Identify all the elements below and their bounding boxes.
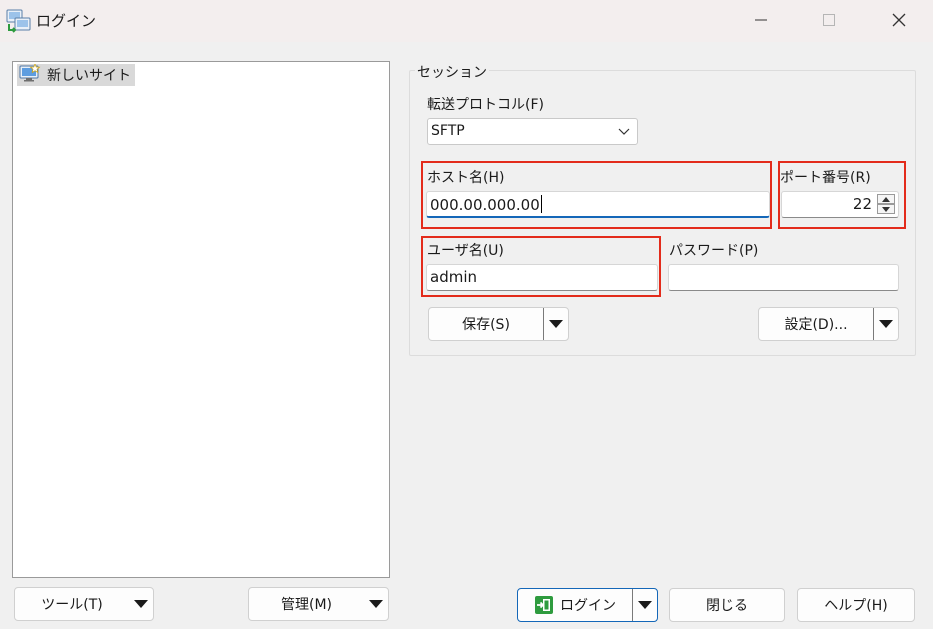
manage-button[interactable]: 管理(M): [248, 587, 389, 621]
caret-down-icon: [638, 601, 652, 609]
minimize-icon: [755, 19, 767, 21]
password-label: パスワード(P): [669, 243, 759, 259]
protocol-label: 転送プロトコル(F): [427, 97, 544, 113]
caret-down-icon: [369, 600, 383, 608]
user-label: ユーザ名(U): [427, 243, 504, 259]
login-dropdown-button[interactable]: [633, 589, 657, 621]
manage-button-label: 管理(M): [280, 597, 332, 613]
caret-down-icon: [882, 206, 890, 212]
maximize-button[interactable]: [806, 0, 852, 40]
host-input[interactable]: 000.00.000.00: [426, 191, 770, 218]
caret-down-icon: [549, 320, 563, 328]
site-item-label: 新しいサイト: [47, 68, 131, 84]
caret-up-icon: [882, 196, 890, 202]
tools-dropdown-button[interactable]: [129, 588, 153, 620]
new-site-computer-icon: [19, 63, 41, 86]
host-value: 000.00.000.00: [430, 195, 542, 214]
session-group-label: セッション: [415, 62, 489, 82]
caret-down-icon: [134, 600, 148, 608]
login-button-label: ログイン: [560, 598, 616, 614]
port-increment-button[interactable]: [877, 194, 895, 204]
login-button[interactable]: ログイン: [517, 588, 658, 622]
close-button[interactable]: 閉じる: [669, 588, 785, 622]
close-icon: [892, 13, 906, 27]
save-button-label: 保存(S): [462, 317, 510, 333]
user-input[interactable]: admin: [426, 264, 658, 291]
manage-dropdown-button[interactable]: [364, 588, 388, 620]
user-value: admin: [430, 268, 477, 286]
tools-button[interactable]: ツール(T): [14, 587, 154, 621]
maximize-icon: [823, 14, 835, 26]
site-item-new-site[interactable]: 新しいサイト: [17, 63, 135, 86]
save-dropdown-button[interactable]: [544, 308, 568, 340]
port-decrement-button[interactable]: [877, 204, 895, 214]
chevron-down-icon: [617, 124, 631, 142]
advanced-button[interactable]: 設定(D)...: [758, 307, 899, 341]
save-button[interactable]: 保存(S): [428, 307, 569, 341]
advanced-button-label: 設定(D)...: [784, 317, 848, 333]
tools-button-label: ツール(T): [41, 597, 103, 613]
password-input[interactable]: [668, 264, 899, 291]
host-label: ホスト名(H): [427, 170, 505, 186]
title-bar: [0, 0, 933, 42]
protocol-value: SFTP: [431, 123, 465, 139]
login-button-main: ログイン: [518, 589, 632, 621]
text-caret: [540, 195, 542, 213]
protocol-select[interactable]: SFTP: [427, 118, 638, 145]
caret-down-icon: [879, 320, 893, 328]
winscp-app-icon: [6, 8, 32, 34]
window-title: ログイン: [36, 12, 97, 30]
minimize-button[interactable]: [738, 0, 784, 40]
port-label: ポート番号(R): [780, 170, 871, 186]
port-value: 22: [852, 195, 872, 213]
login-icon: [534, 595, 554, 615]
port-stepper[interactable]: 22: [781, 191, 899, 218]
advanced-dropdown-button[interactable]: [874, 308, 898, 340]
close-window-button[interactable]: [876, 0, 922, 40]
site-tree[interactable]: 新しいサイト: [12, 61, 390, 578]
help-button[interactable]: ヘルプ(H): [797, 588, 915, 622]
